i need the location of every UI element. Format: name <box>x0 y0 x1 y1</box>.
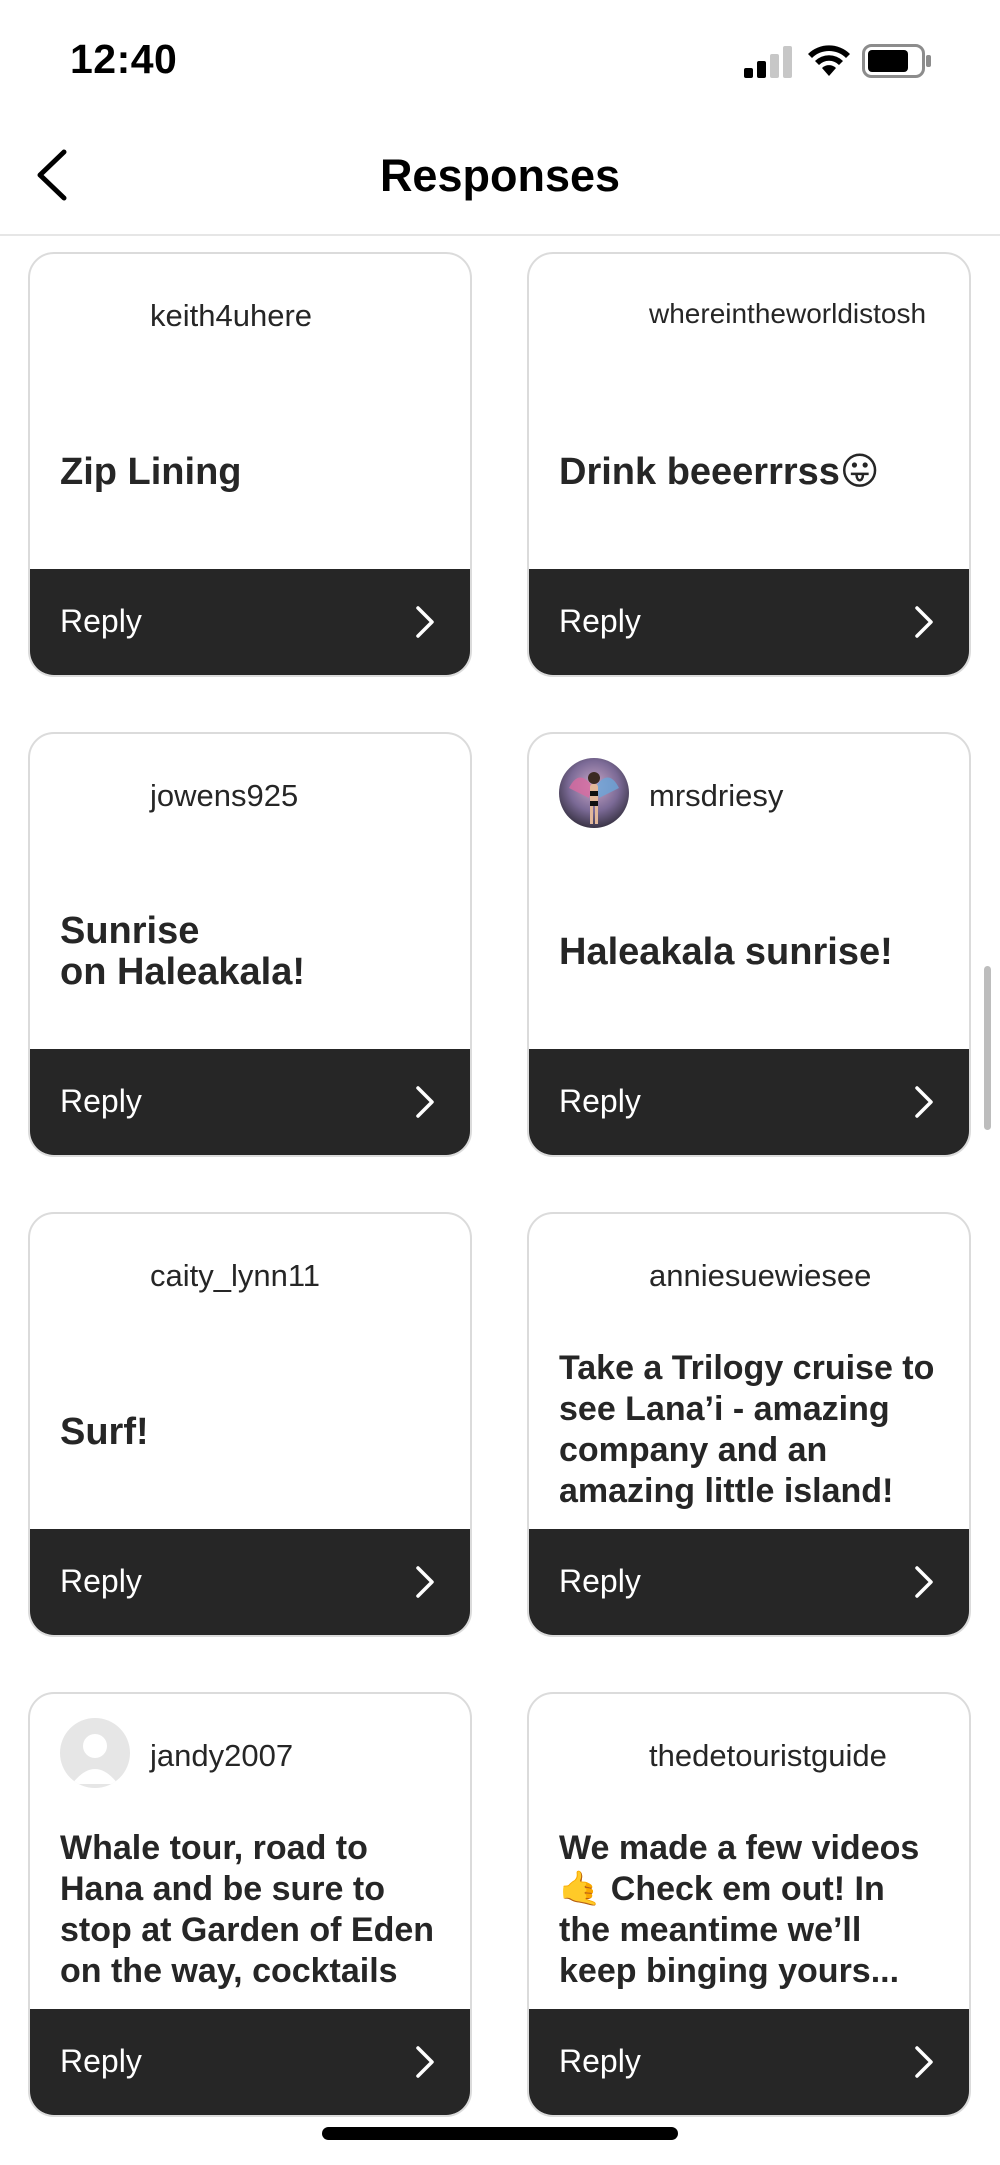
card-header: thedetouristguide <box>529 1694 969 1814</box>
reply-button[interactable]: Reply <box>30 569 470 675</box>
avatar[interactable] <box>559 758 629 828</box>
response-card: mrsdriesy Haleakala sunrise! Reply <box>527 732 971 1157</box>
card-body: Haleakala sunrise! <box>559 852 945 1052</box>
nav-bar: Responses <box>0 120 1000 236</box>
cellular-signal-icon <box>744 46 792 78</box>
card-body: Sunrise on Haleakala! <box>60 852 446 1052</box>
card-username[interactable]: jowens925 <box>150 778 298 814</box>
chevron-right-icon <box>416 2046 434 2078</box>
card-username[interactable]: whereintheworldistosh <box>649 298 926 330</box>
avatar-photo-icon <box>559 758 629 828</box>
card-username[interactable]: caity_lynn11 <box>150 1258 320 1294</box>
card-header: caity_lynn11 <box>30 1214 470 1334</box>
default-avatar-icon <box>60 1718 130 1788</box>
card-body: Take a Trilogy cruise to see Lana’i - am… <box>559 1330 945 1530</box>
reply-label: Reply <box>559 2043 641 2079</box>
card-header: jowens925 <box>30 734 470 854</box>
scroll-indicator[interactable] <box>984 966 991 1130</box>
card-response-text: Zip Lining <box>60 450 242 493</box>
chevron-right-icon <box>915 1566 933 1598</box>
response-card: caity_lynn11 Surf! Reply <box>28 1212 472 1637</box>
card-username[interactable]: jandy2007 <box>150 1738 293 1774</box>
reply-button[interactable]: Reply <box>529 569 969 675</box>
card-body: We made a few videos 🤙 Check em out! In … <box>559 1810 945 2010</box>
response-card: jandy2007 Whale tour, road to Hana and b… <box>28 1692 472 2117</box>
status-bar: 12:40 <box>0 0 1000 120</box>
page-title: Responses <box>379 150 621 201</box>
reply-button[interactable]: Reply <box>30 2009 470 2115</box>
card-response-text: Haleakala sunrise! <box>559 930 893 973</box>
reply-label: Reply <box>559 1083 641 1119</box>
response-card: anniesuewiesee Take a Trilogy cruise to … <box>527 1212 971 1637</box>
card-header: jandy2007 <box>30 1694 470 1814</box>
card-body: Zip Lining <box>60 372 446 572</box>
responses-grid: keith4uhere Zip Lining Reply whereinthew… <box>0 236 1000 2136</box>
card-body: Drink beeerrrss😛 <box>559 372 945 572</box>
chevron-right-icon <box>915 2046 933 2078</box>
status-time: 12:40 <box>70 36 178 82</box>
reply-label: Reply <box>60 603 142 639</box>
card-header: keith4uhere <box>30 254 470 374</box>
chevron-right-icon <box>915 1086 933 1118</box>
response-card: whereintheworldistosh Drink beeerrrss😛 R… <box>527 252 971 677</box>
reply-label: Reply <box>559 603 641 639</box>
reply-button[interactable]: Reply <box>30 1529 470 1635</box>
response-card: jowens925 Sunrise on Haleakala! Reply <box>28 732 472 1157</box>
card-body: Whale tour, road to Hana and be sure to … <box>60 1810 446 2010</box>
reply-button[interactable]: Reply <box>529 2009 969 2115</box>
card-header: mrsdriesy <box>529 734 969 854</box>
chevron-right-icon <box>416 1566 434 1598</box>
reply-button[interactable]: Reply <box>529 1049 969 1155</box>
card-username[interactable]: anniesuewiesee <box>649 1258 871 1294</box>
card-username[interactable]: mrsdriesy <box>649 778 783 814</box>
card-response-text: Take a Trilogy cruise to see Lana’i - am… <box>559 1349 935 1510</box>
card-response-text: Surf! <box>60 1410 149 1453</box>
card-username[interactable]: thedetouristguide <box>649 1738 887 1774</box>
reply-label: Reply <box>559 1563 641 1599</box>
card-username[interactable]: keith4uhere <box>150 298 312 334</box>
wifi-icon <box>808 45 850 76</box>
reply-button[interactable]: Reply <box>529 1529 969 1635</box>
response-card: thedetouristguide We made a few videos 🤙… <box>527 1692 971 2117</box>
card-header: anniesuewiesee <box>529 1214 969 1334</box>
response-card: keith4uhere Zip Lining Reply <box>28 252 472 677</box>
reply-label: Reply <box>60 2043 142 2079</box>
card-response-text: Whale tour, road to Hana and be sure to … <box>60 1829 435 1990</box>
reply-label: Reply <box>60 1563 142 1599</box>
card-response-text: Sunrise on Haleakala! <box>60 910 305 993</box>
battery-icon <box>862 44 931 78</box>
reply-button[interactable]: Reply <box>30 1049 470 1155</box>
chevron-right-icon <box>416 606 434 638</box>
home-indicator[interactable] <box>322 2127 678 2140</box>
status-icons <box>744 42 964 82</box>
card-response-text: Drink beeerrrss😛 <box>559 450 880 493</box>
reply-label: Reply <box>60 1083 142 1119</box>
card-response-text: We made a few videos 🤙 Check em out! In … <box>559 1829 920 1990</box>
chevron-right-icon <box>915 606 933 638</box>
card-header: whereintheworldistosh <box>529 254 969 374</box>
card-body: Surf! <box>60 1332 446 1532</box>
chevron-right-icon <box>416 1086 434 1118</box>
avatar[interactable] <box>60 1718 130 1788</box>
